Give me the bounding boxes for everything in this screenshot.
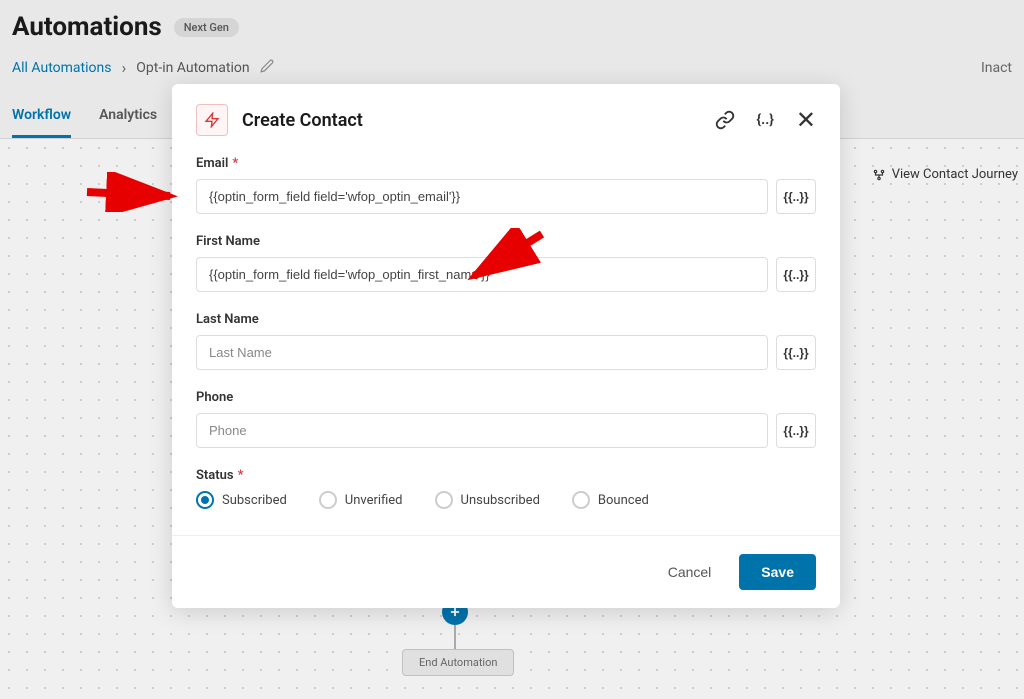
required-star: * [238,468,244,483]
save-button[interactable]: Save [739,554,816,590]
breadcrumb-root-link[interactable]: All Automations [12,60,111,76]
phone-merge-button[interactable]: {{..}} [776,413,816,448]
page-title: Automations [12,12,162,42]
close-icon[interactable]: ✕ [796,108,816,132]
email-label: Email * [196,156,816,171]
link-icon[interactable] [715,110,735,130]
modal-body: Email * {{..}} First Name {{..}} Last Na… [172,156,840,535]
create-contact-modal: Create Contact {..} ✕ Email * {{..}} Fir [172,84,840,608]
required-star: * [232,156,238,171]
radio-button-icon [572,491,590,509]
last-name-merge-button[interactable]: {{..}} [776,335,816,370]
tab-workflow[interactable]: Workflow [12,95,71,138]
status-radio-group: Subscribed Unverified Unsubscribed Bounc… [196,491,816,509]
first-name-merge-button[interactable]: {{..}} [776,257,816,292]
end-automation-node[interactable]: End Automation [402,649,514,676]
pencil-icon[interactable] [260,58,274,77]
modal-header-actions: {..} ✕ [715,108,816,132]
radio-bounced[interactable]: Bounced [572,491,649,509]
status-label-modal: Status * [196,468,816,483]
field-first-name: First Name {{..}} [196,234,816,292]
field-status: Status * Subscribed Unverified Unsubscri… [196,468,816,509]
modal-title-wrap: Create Contact [196,104,363,136]
phone-label: Phone [196,390,816,405]
first-name-label: First Name [196,234,816,249]
journey-button-label: View Contact Journey [892,167,1018,182]
view-contact-journey-button[interactable]: View Contact Journey [872,167,1018,182]
next-gen-badge: Next Gen [174,18,239,37]
modal-footer: Cancel Save [172,535,840,608]
field-email: Email * {{..}} [196,156,816,214]
radio-button-icon [435,491,453,509]
lightning-icon [196,104,228,136]
tab-analytics[interactable]: Analytics [99,95,157,138]
breadcrumb: All Automations › Opt-in Automation [12,58,274,77]
radio-button-icon [319,491,337,509]
merge-tags-icon[interactable]: {..} [757,112,774,128]
email-merge-button[interactable]: {{..}} [776,179,816,214]
radio-button-icon [196,491,214,509]
cancel-button[interactable]: Cancel [656,554,724,590]
status-label: Inact [981,60,1012,76]
last-name-label: Last Name [196,312,816,327]
modal-title: Create Contact [242,110,363,131]
connector-line [454,625,456,649]
radio-unverified[interactable]: Unverified [319,491,403,509]
title-row: Automations Next Gen [12,12,1012,42]
modal-header: Create Contact {..} ✕ [172,84,840,156]
first-name-input[interactable] [196,257,768,292]
chevron-right-icon: › [121,58,126,77]
field-last-name: Last Name {{..}} [196,312,816,370]
radio-subscribed[interactable]: Subscribed [196,491,287,509]
radio-unsubscribed[interactable]: Unsubscribed [435,491,540,509]
breadcrumb-current: Opt-in Automation [136,60,249,76]
last-name-input[interactable] [196,335,768,370]
breadcrumb-row: All Automations › Opt-in Automation Inac… [12,58,1012,77]
email-input[interactable] [196,179,768,214]
field-phone: Phone {{..}} [196,390,816,448]
page-header: Automations Next Gen All Automations › O… [0,0,1024,77]
phone-input[interactable] [196,413,768,448]
